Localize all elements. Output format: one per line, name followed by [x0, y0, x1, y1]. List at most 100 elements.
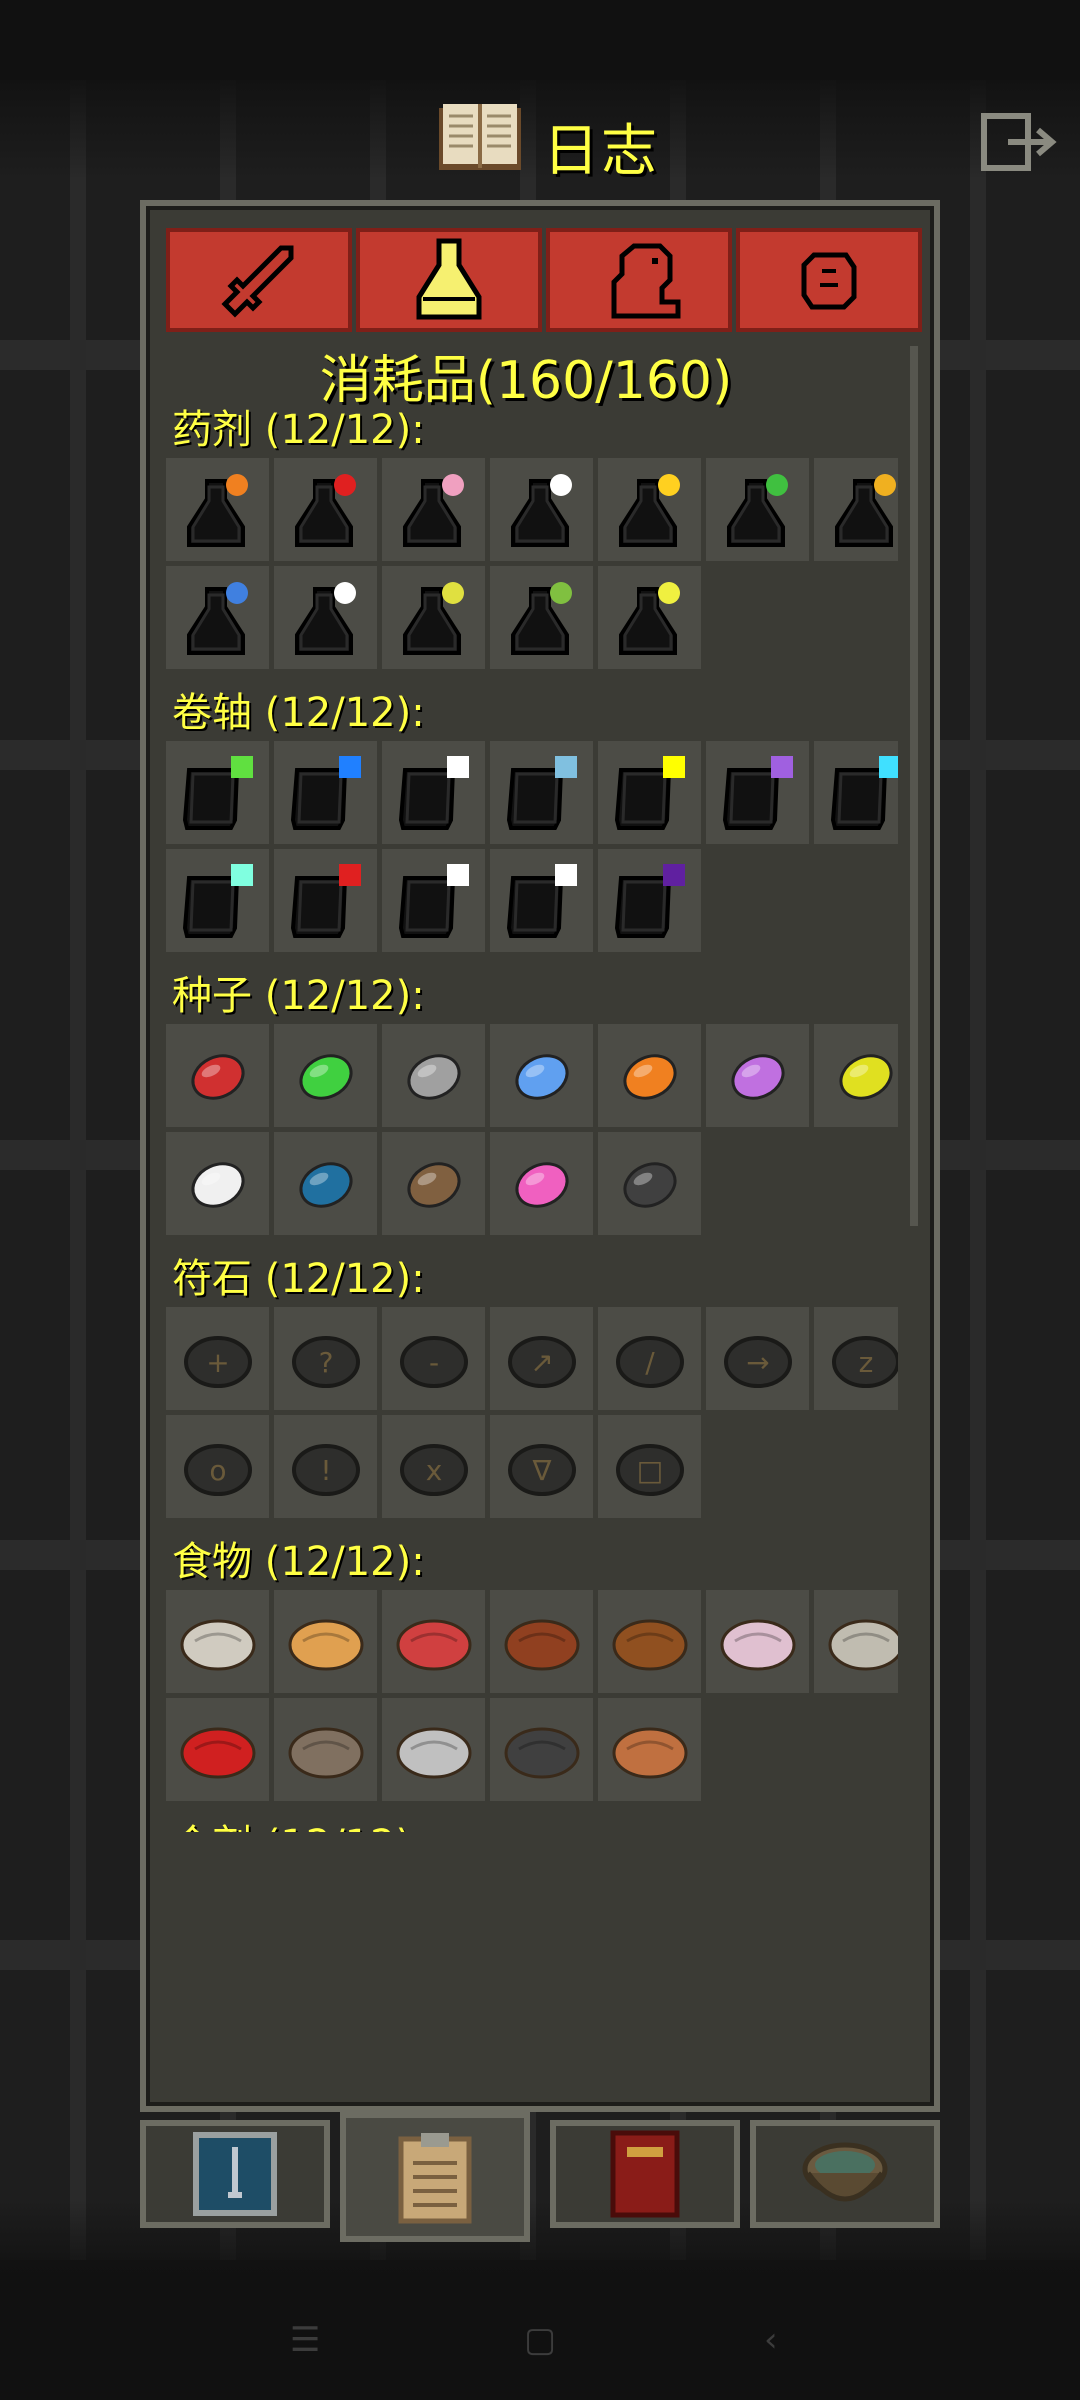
scroll-slot[interactable] [382, 741, 485, 844]
food-slot[interactable] [490, 1590, 593, 1693]
potion-slot[interactable] [274, 566, 377, 669]
rune-slot[interactable]: □ [598, 1415, 701, 1518]
potion-slot[interactable] [814, 458, 898, 561]
scroll-slot[interactable] [598, 849, 701, 952]
potion-slot[interactable] [274, 458, 377, 561]
potion-slot[interactable] [598, 566, 701, 669]
food-slot[interactable] [598, 1698, 701, 1801]
scroll-icon [506, 863, 577, 938]
scrollbar[interactable] [910, 346, 918, 1226]
seed-slot[interactable] [598, 1132, 701, 1235]
food-slot[interactable] [490, 1698, 593, 1801]
rune-slot[interactable]: ? [274, 1307, 377, 1410]
food-slot[interactable] [274, 1590, 377, 1693]
seed-icon [838, 1053, 893, 1100]
rune-slot[interactable]: / [598, 1307, 701, 1410]
scroll-slot[interactable] [490, 849, 593, 952]
rune-slot[interactable]: o [166, 1415, 269, 1518]
food-icon [720, 1619, 795, 1670]
potion-slot[interactable] [382, 458, 485, 561]
rune-slot[interactable]: x [382, 1415, 485, 1518]
seed-icon [622, 1053, 677, 1100]
seed-slot[interactable] [706, 1024, 809, 1127]
seed-icon [514, 1053, 569, 1100]
back-icon[interactable]: ‹ [764, 2320, 778, 2360]
tab-equipment[interactable] [166, 228, 352, 332]
guide-card-icon [193, 2132, 277, 2216]
scroll-slot[interactable] [166, 741, 269, 844]
seed-slot[interactable] [814, 1024, 898, 1127]
seed-slot[interactable] [598, 1024, 701, 1127]
item-grid: +? - ↗ / → z o! x ∇ □ [166, 1307, 898, 1518]
tab-lore[interactable] [736, 228, 922, 332]
category-label: 合剂 (12/12): [172, 1817, 898, 1832]
monster-icon [611, 243, 681, 319]
tab-bestiary[interactable] [546, 228, 732, 332]
seed-slot[interactable] [382, 1132, 485, 1235]
scroll-slot[interactable] [382, 849, 485, 952]
rune-slot[interactable]: → [706, 1307, 809, 1410]
tab-guide[interactable] [140, 2120, 330, 2228]
scroll-slot[interactable] [274, 849, 377, 952]
page-title: 日志 [543, 119, 659, 184]
rune-slot[interactable]: - [382, 1307, 485, 1410]
tab-notes[interactable] [550, 2120, 740, 2228]
item-grid [166, 741, 898, 952]
rune-slot[interactable]: + [166, 1307, 269, 1410]
rune-icon: z [831, 1335, 898, 1388]
svg-text:→: → [746, 1346, 769, 1379]
rune-slot[interactable]: ↗ [490, 1307, 593, 1410]
item-grid [166, 1024, 898, 1235]
scroll-icon [182, 755, 253, 830]
potion-icon [402, 473, 464, 547]
potion-slot[interactable] [598, 458, 701, 561]
seed-slot[interactable] [274, 1024, 377, 1127]
food-slot[interactable] [382, 1698, 485, 1801]
scroll-slot[interactable] [598, 741, 701, 844]
seed-slot[interactable] [166, 1132, 269, 1235]
potion-icon [186, 581, 248, 655]
food-slot[interactable] [166, 1590, 269, 1693]
food-icon [288, 1727, 363, 1778]
exit-icon[interactable] [980, 112, 1060, 172]
food-slot[interactable] [706, 1590, 809, 1693]
seed-slot[interactable] [166, 1024, 269, 1127]
home-icon[interactable]: ▢ [524, 2320, 556, 2360]
potion-icon [294, 473, 356, 547]
menu-icon[interactable]: ☰ [290, 2320, 320, 2360]
potion-slot[interactable] [706, 458, 809, 561]
tab-alchemy[interactable] [750, 2120, 940, 2228]
scroll-slot[interactable] [166, 849, 269, 952]
scroll-slot[interactable] [706, 741, 809, 844]
scroll-slot[interactable] [490, 741, 593, 844]
potion-slot[interactable] [166, 458, 269, 561]
potion-slot[interactable] [166, 566, 269, 669]
item-grid [166, 458, 898, 669]
tab-consumables[interactable] [356, 228, 542, 332]
scroll-icon [398, 863, 469, 938]
item-catalog[interactable]: 药剂 (12/12): 卷轴 (12/12): 种子 (12/12): 符石 (12/… [166, 402, 898, 1832]
food-slot[interactable] [814, 1590, 898, 1693]
potion-icon [618, 581, 680, 655]
tab-journal[interactable] [340, 2112, 530, 2242]
food-slot[interactable] [598, 1590, 701, 1693]
scroll-slot[interactable] [274, 741, 377, 844]
bottom-tabs [140, 2112, 940, 2242]
seed-slot[interactable] [382, 1024, 485, 1127]
seed-slot[interactable] [274, 1132, 377, 1235]
potion-slot[interactable] [490, 458, 593, 561]
scroll-icon [830, 755, 898, 830]
potion-slot[interactable] [490, 566, 593, 669]
rune-slot[interactable]: ∇ [490, 1415, 593, 1518]
seed-slot[interactable] [490, 1132, 593, 1235]
red-book-icon [610, 2130, 680, 2218]
rune-slot[interactable]: z [814, 1307, 898, 1410]
food-slot[interactable] [274, 1698, 377, 1801]
seed-icon [730, 1053, 785, 1100]
seed-slot[interactable] [490, 1024, 593, 1127]
food-slot[interactable] [166, 1698, 269, 1801]
scroll-slot[interactable] [814, 741, 898, 844]
food-slot[interactable] [382, 1590, 485, 1693]
potion-slot[interactable] [382, 566, 485, 669]
rune-slot[interactable]: ! [274, 1415, 377, 1518]
